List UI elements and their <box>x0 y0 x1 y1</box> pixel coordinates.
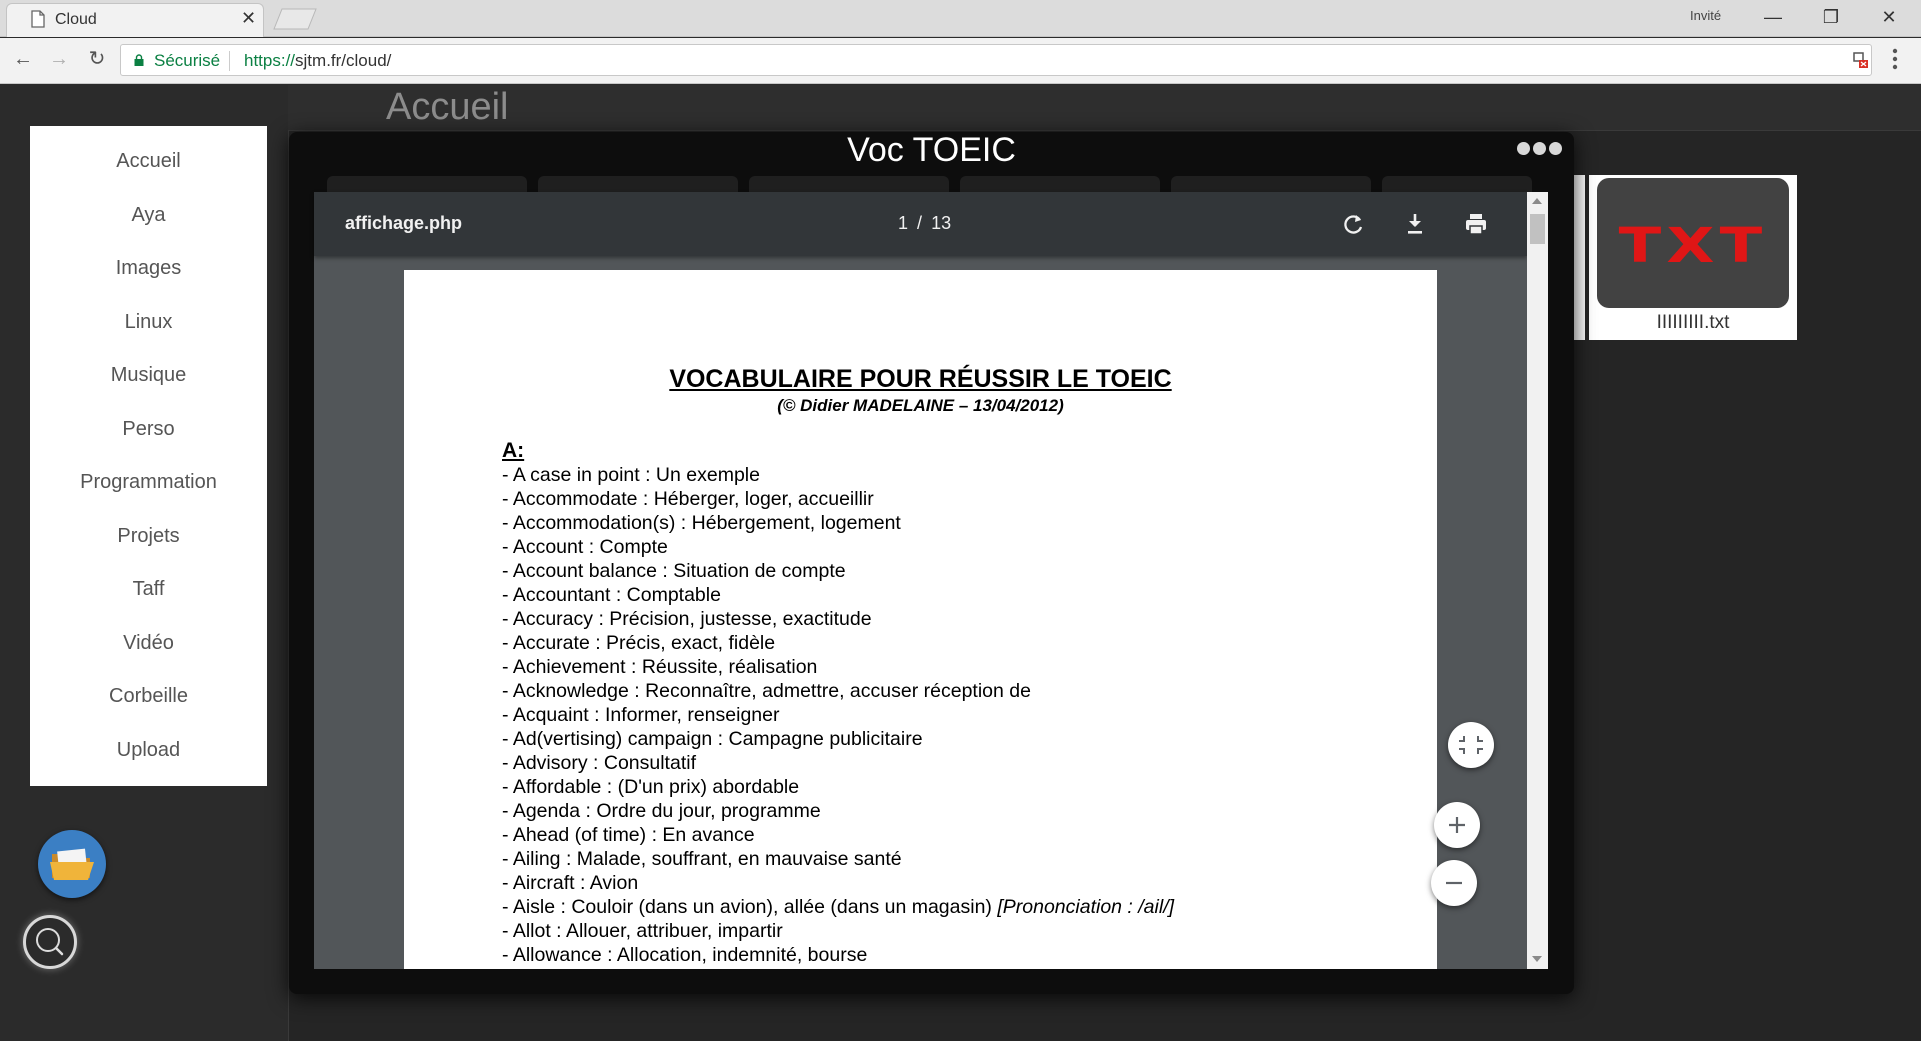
extension-icon[interactable] <box>1851 51 1869 69</box>
folder-button[interactable] <box>38 830 106 898</box>
vocabulary-entry: - Ahead (of time) : En avance <box>502 824 755 846</box>
txt-thumb-label: TXT <box>1618 218 1768 274</box>
vocabulary-entry: - Accommodation(s) : Hébergement, logeme… <box>502 512 901 534</box>
profile-label[interactable]: Invité <box>1690 8 1721 23</box>
vocabulary-entry: - Acknowledge : Reconnaître, admettre, a… <box>502 680 1031 702</box>
tab-close-icon[interactable]: ✕ <box>241 8 256 29</box>
vocabulary-entry: - Aircraft : Avion <box>502 872 639 894</box>
browser-tab[interactable]: Cloud ✕ <box>6 3 264 37</box>
vocabulary-entry: - Allowance : Allocation, indemnité, bou… <box>502 944 868 966</box>
browser-menu-icon[interactable] <box>1890 46 1900 72</box>
browser-toolbar: ← → ↻ Sécurisé https://sjtm.fr/cloud/ <box>0 38 1921 84</box>
doc-subtitle: (© Didier MADELAINE – 13/04/2012) <box>777 396 1064 415</box>
vocabulary-entry: - Ailing : Malade, souffrant, en mauvais… <box>502 848 902 870</box>
fit-to-page-button[interactable] <box>1448 722 1494 768</box>
modal-title: Voc TOEIC <box>847 131 1016 169</box>
page-title: Accueil <box>386 86 509 128</box>
minus-icon <box>1446 881 1462 885</box>
pdf-current-page[interactable]: 1 <box>898 213 908 233</box>
restore-icon[interactable]: ❐ <box>1808 2 1854 32</box>
sidebar-item-programmation[interactable]: Programmation <box>30 464 267 500</box>
pdf-page-separator: / <box>917 213 923 233</box>
forward-arrow-icon[interactable]: → <box>44 44 74 74</box>
sidebar-item-accueil[interactable]: Accueil <box>30 143 267 179</box>
pdf-page-indicator: 1 / 13 <box>898 213 951 234</box>
scrollbar-thumb[interactable] <box>1530 214 1545 244</box>
pdf-page: VOCABULAIRE POUR RÉUSSIR LE TOEIC (© Did… <box>404 270 1437 969</box>
pdf-viewer: affichage.php 1 / 13 VOCABULAIRE POUR RÉ… <box>314 192 1548 969</box>
vocabulary-entry: - Acquaint : Informer, renseigner <box>502 704 780 726</box>
vocabulary-entry: - Allot : Allouer, attribuer, impartir <box>502 920 783 942</box>
browser-tabstrip: Cloud ✕ Invité — ❐ ✕ <box>0 0 1921 37</box>
address-separator <box>229 51 230 71</box>
txt-file-icon: TXT <box>1597 178 1789 308</box>
page-icon <box>31 10 45 28</box>
pdf-filename: affichage.php <box>345 213 463 233</box>
file-card-txt[interactable]: TXT IIIIIIIII.txt <box>1589 175 1797 340</box>
lock-icon <box>134 54 144 66</box>
sidebar-item-linux[interactable]: Linux <box>30 304 267 340</box>
vocabulary-entry-text: - Aisle : Couloir (dans un avion), allée… <box>502 896 992 918</box>
pdf-scrollbar[interactable] <box>1527 192 1548 969</box>
url-host-path: sjtm.fr/cloud/ <box>295 51 392 70</box>
window-close-icon[interactable]: ✕ <box>1866 2 1912 32</box>
doc-title: VOCABULAIRE POUR RÉUSSIR LE TOEIC <box>669 365 1172 393</box>
vocabulary-entry: - Achievement : Réussite, réalisation <box>502 656 818 678</box>
sidebar: Accueil Aya Images Linux Musique Perso P… <box>30 126 267 786</box>
url-scheme: https:// <box>244 51 296 70</box>
scroll-down-icon[interactable] <box>1532 956 1542 962</box>
more-options-icon[interactable] <box>1517 142 1569 158</box>
vocabulary-entry: - Advisory : Consultatif <box>502 752 696 774</box>
reload-icon[interactable]: ↻ <box>82 44 112 74</box>
sidebar-item-perso[interactable]: Perso <box>30 411 267 447</box>
vocabulary-entry: - A case in point : Un exemple <box>502 464 760 486</box>
sidebar-item-corbeille[interactable]: Corbeille <box>30 678 267 714</box>
pdf-total-pages: 13 <box>931 213 952 233</box>
file-name: IIIIIIIII.txt <box>1656 312 1730 333</box>
vocabulary-entry: - Accurate : Précis, exact, fidèle <box>502 632 776 654</box>
plus-icon <box>1449 817 1465 833</box>
vocabulary-entry: - Affordable : (D'un prix) abordable <box>502 776 800 798</box>
pdf-toolbar: affichage.php 1 / 13 <box>314 192 1527 256</box>
vocabulary-entry: - Accuracy : Précision, justesse, exacti… <box>502 608 872 630</box>
vocabulary-entry: - Agenda : Ordre du jour, programme <box>502 800 821 822</box>
vocabulary-entry: - Accommodate : Héberger, loger, accueil… <box>502 488 874 510</box>
vocabulary-entry: - Account balance : Situation de compte <box>502 560 846 582</box>
content-header <box>288 85 1921 131</box>
new-tab-button[interactable] <box>272 8 318 30</box>
vocabulary-entry-aisle: - Aisle : Couloir (dans un avion), allée… <box>502 895 1422 919</box>
print-icon[interactable] <box>1460 208 1492 240</box>
pronunciation-note: [Prononciation : /ail/] <box>997 896 1175 918</box>
rotate-icon[interactable] <box>1338 208 1370 240</box>
fit-page-icon <box>1459 736 1483 754</box>
zoom-in-button[interactable] <box>1434 802 1480 848</box>
folder-icon <box>50 848 94 880</box>
vocabulary-entry: - Ad(vertising) campaign : Campagne publ… <box>502 728 923 750</box>
doc-section-heading: A: <box>502 439 525 462</box>
vocabulary-list: - A case in point : Un exemple - Accommo… <box>502 463 1422 967</box>
sidebar-item-video[interactable]: Vidéo <box>30 625 267 661</box>
address-bar[interactable]: Sécurisé https://sjtm.fr/cloud/ <box>120 44 1872 76</box>
sidebar-item-projets[interactable]: Projets <box>30 518 267 554</box>
secure-label: Sécurisé <box>154 51 221 70</box>
sidebar-item-musique[interactable]: Musique <box>30 357 267 393</box>
search-button[interactable] <box>23 915 77 969</box>
minimize-icon[interactable]: — <box>1750 2 1796 32</box>
sidebar-item-upload[interactable]: Upload <box>30 732 267 768</box>
sidebar-item-images[interactable]: Images <box>30 250 267 286</box>
sidebar-item-taff[interactable]: Taff <box>30 571 267 607</box>
search-icon <box>36 928 64 956</box>
sidebar-item-aya[interactable]: Aya <box>30 197 267 233</box>
download-icon[interactable] <box>1399 208 1431 240</box>
zoom-out-button[interactable] <box>1431 860 1477 906</box>
url-text: https://sjtm.fr/cloud/ <box>244 51 391 71</box>
tab-title: Cloud <box>55 11 97 28</box>
scroll-up-icon[interactable] <box>1532 198 1542 204</box>
vocabulary-entry: - Accountant : Comptable <box>502 584 721 606</box>
back-arrow-icon[interactable]: ← <box>8 44 38 74</box>
vocabulary-entry: - Account : Compte <box>502 536 668 558</box>
